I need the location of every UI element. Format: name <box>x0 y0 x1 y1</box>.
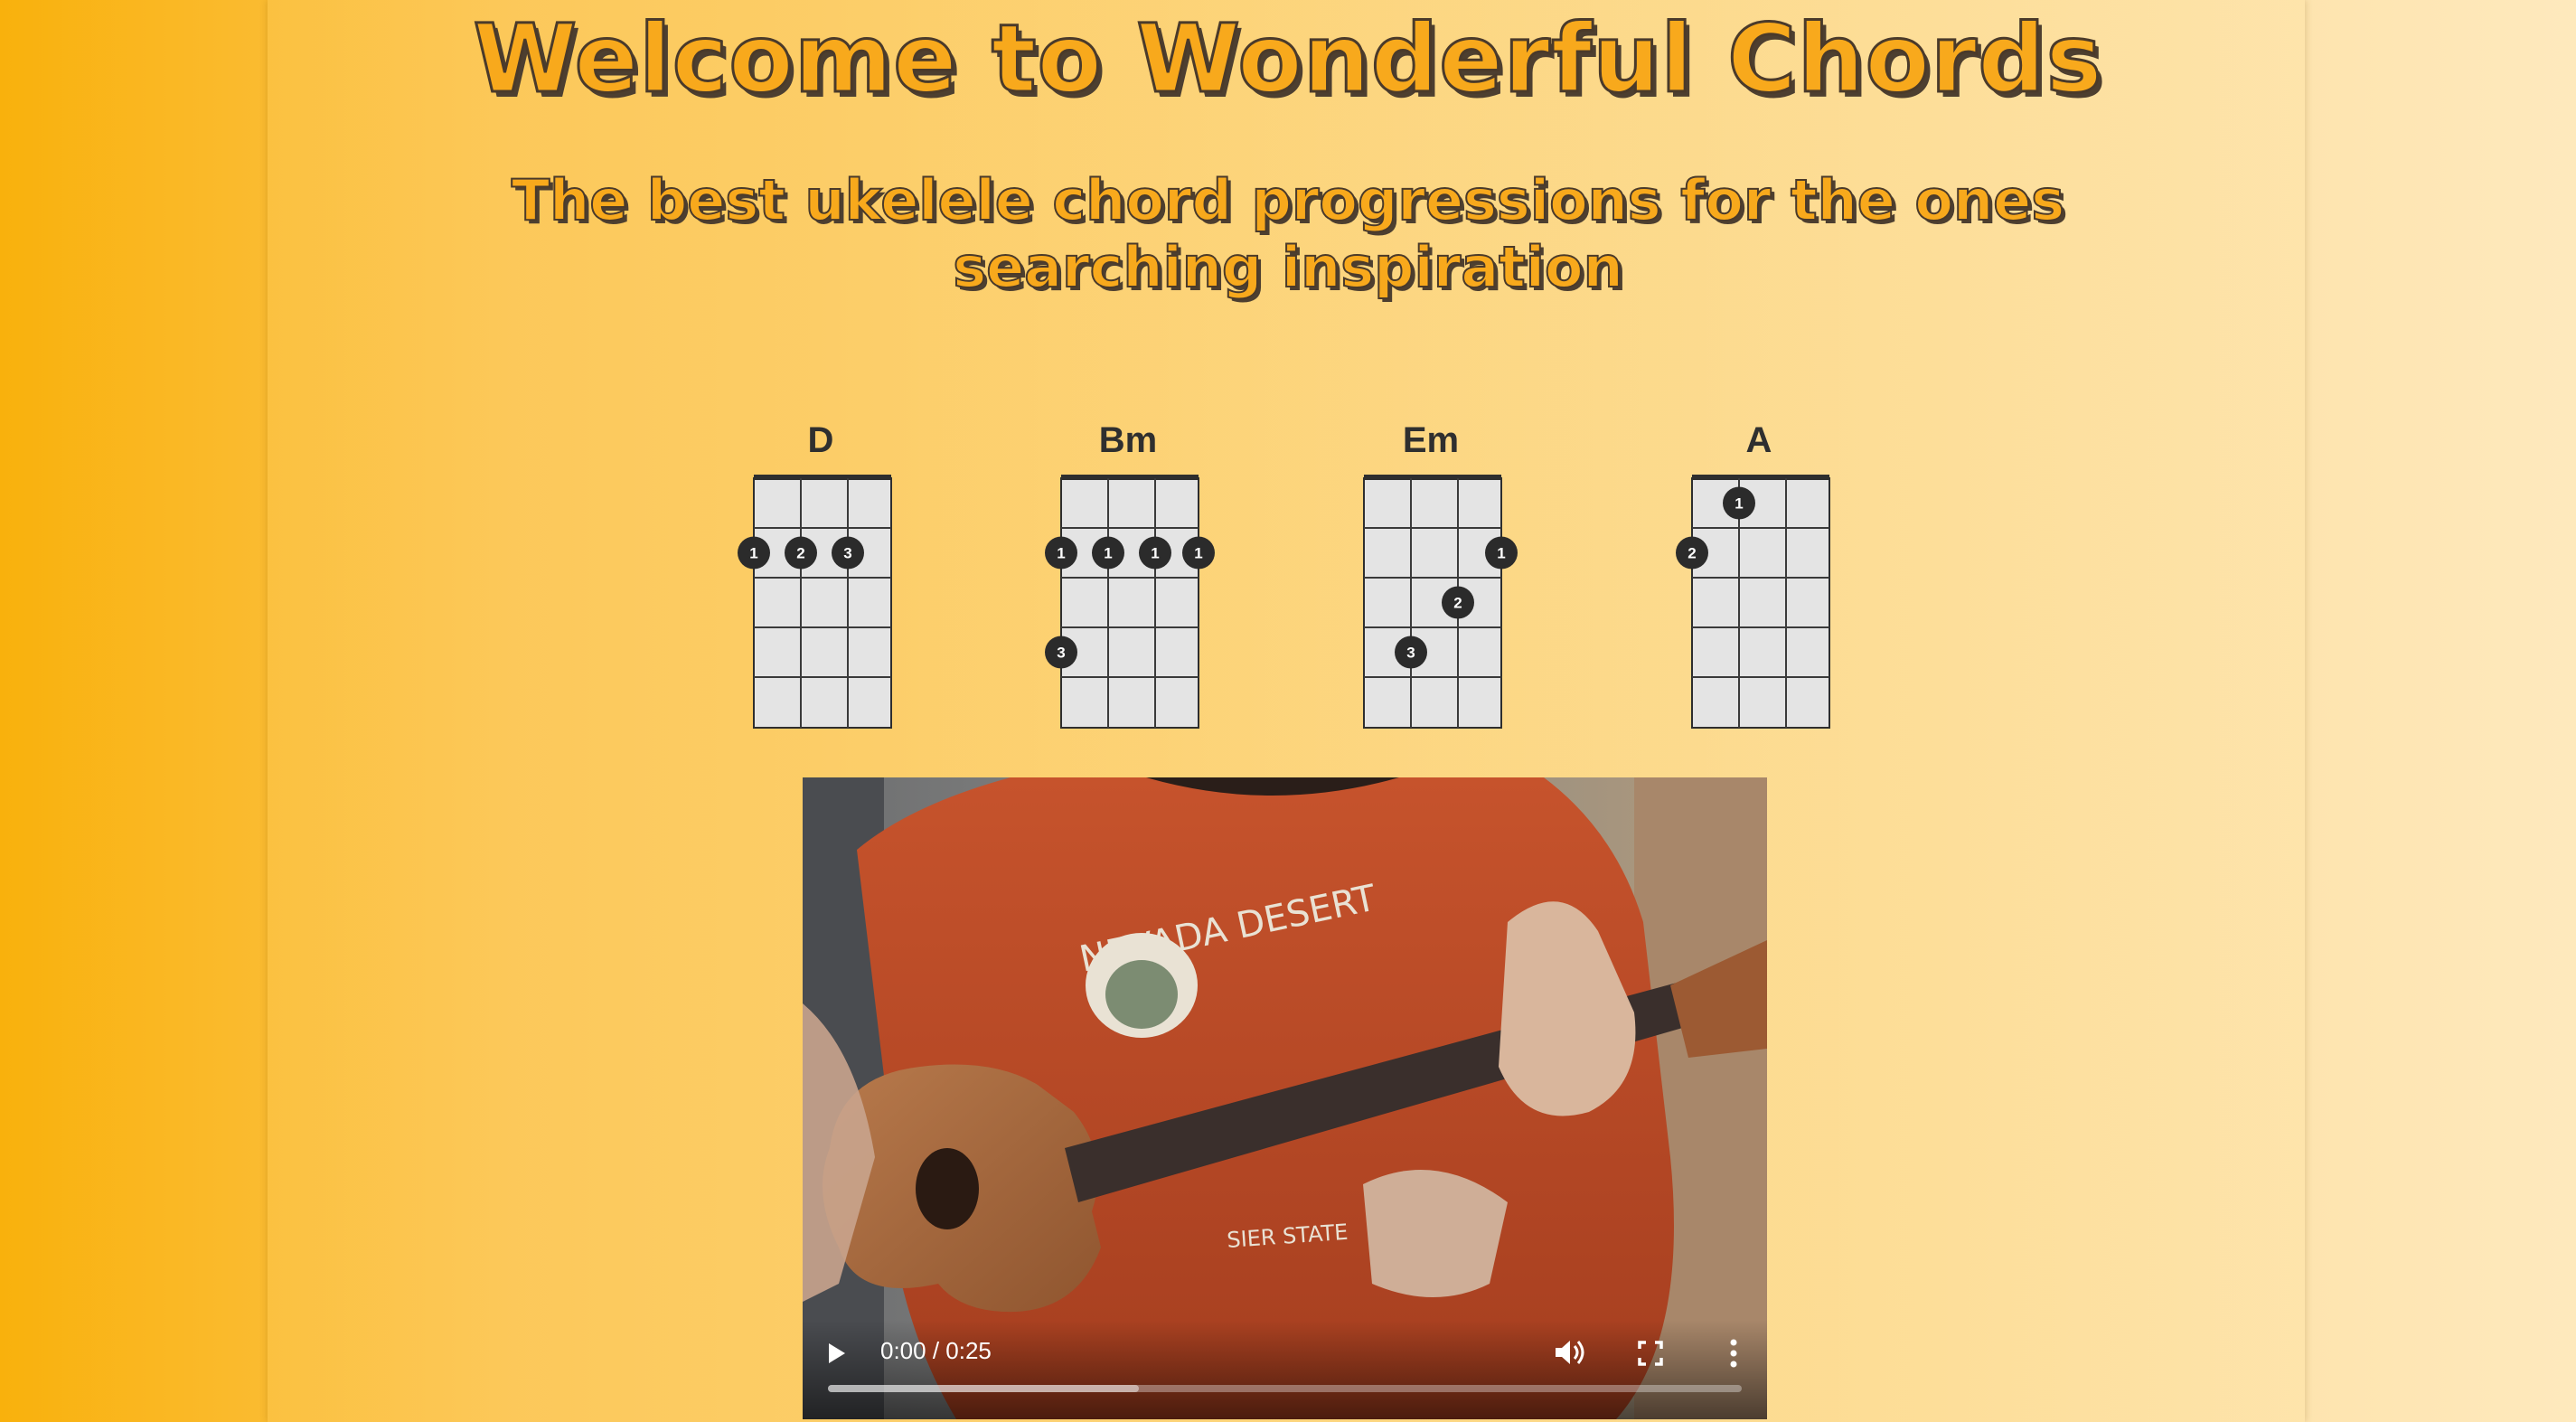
finger-number: 2 <box>1688 545 1696 562</box>
finger-dot: 3 <box>1045 636 1077 669</box>
finger-dot: 1 <box>1182 536 1215 570</box>
finger-number: 3 <box>1057 645 1065 662</box>
finger-number: 3 <box>1406 645 1415 662</box>
finger-dot: 1 <box>1485 536 1518 570</box>
finger-dot: 1 <box>1045 536 1077 570</box>
video-progress-bar[interactable] <box>828 1385 1742 1392</box>
finger-number: 2 <box>1453 595 1462 612</box>
more-vert-icon[interactable] <box>1727 1338 1740 1369</box>
finger-number: 1 <box>1497 545 1505 562</box>
fretboard-background <box>1363 477 1502 729</box>
fretboard-background <box>753 477 892 729</box>
fretboard-nut <box>754 475 891 480</box>
video-buffered-bar <box>828 1385 1139 1392</box>
fullscreen-icon[interactable] <box>1637 1340 1664 1367</box>
finger-dot: 1 <box>738 536 770 570</box>
fretboard: 1 2 3 <box>1363 475 1518 729</box>
video-player[interactable]: NEVADA DESERT SIER STATE 0:00 / 0:25 <box>803 777 1767 1419</box>
finger-number: 3 <box>843 545 851 562</box>
video-time: 0:00 / 0:25 <box>880 1337 992 1364</box>
chord-name: Em <box>1402 420 1460 460</box>
fretboard-background <box>1060 477 1199 729</box>
play-icon[interactable] <box>823 1340 850 1367</box>
finger-number: 1 <box>1151 545 1159 562</box>
video-controls: 0:00 / 0:25 <box>803 1320 1767 1419</box>
page-title: Welcome to Wonderful Chords <box>472 4 2103 115</box>
volume-icon[interactable] <box>1554 1338 1586 1367</box>
chord-name: D <box>807 420 834 460</box>
finger-dot: 2 <box>1676 536 1708 570</box>
finger-number: 1 <box>1104 545 1112 562</box>
finger-number: 1 <box>1057 545 1065 562</box>
fretboard-nut <box>1692 475 1829 480</box>
page-subtitle: The best ukelele chord progressions for … <box>511 166 2065 301</box>
finger-dot: 2 <box>785 536 817 570</box>
chord-name: Bm <box>1098 420 1158 460</box>
fretboard: 1 1 1 1 3 <box>1045 475 1215 729</box>
finger-dot: 1 <box>1092 536 1124 570</box>
finger-dot: 1 <box>1139 536 1171 570</box>
finger-dot: 3 <box>1395 636 1427 669</box>
fretboard-nut <box>1364 475 1501 480</box>
finger-dot: 1 <box>1723 486 1755 520</box>
fretboard-nut <box>1061 475 1199 480</box>
chord-name: A <box>1745 420 1772 460</box>
fretboard-background <box>1691 477 1830 729</box>
finger-number: 1 <box>1735 495 1743 513</box>
finger-dot: 3 <box>832 536 864 570</box>
fretboard: 12 <box>1676 475 1830 729</box>
finger-dot: 2 <box>1442 586 1474 619</box>
finger-number: 2 <box>796 545 804 562</box>
fretboard: 1 2 3 <box>738 475 892 729</box>
finger-number: 1 <box>1194 545 1202 562</box>
finger-number: 1 <box>749 545 757 562</box>
